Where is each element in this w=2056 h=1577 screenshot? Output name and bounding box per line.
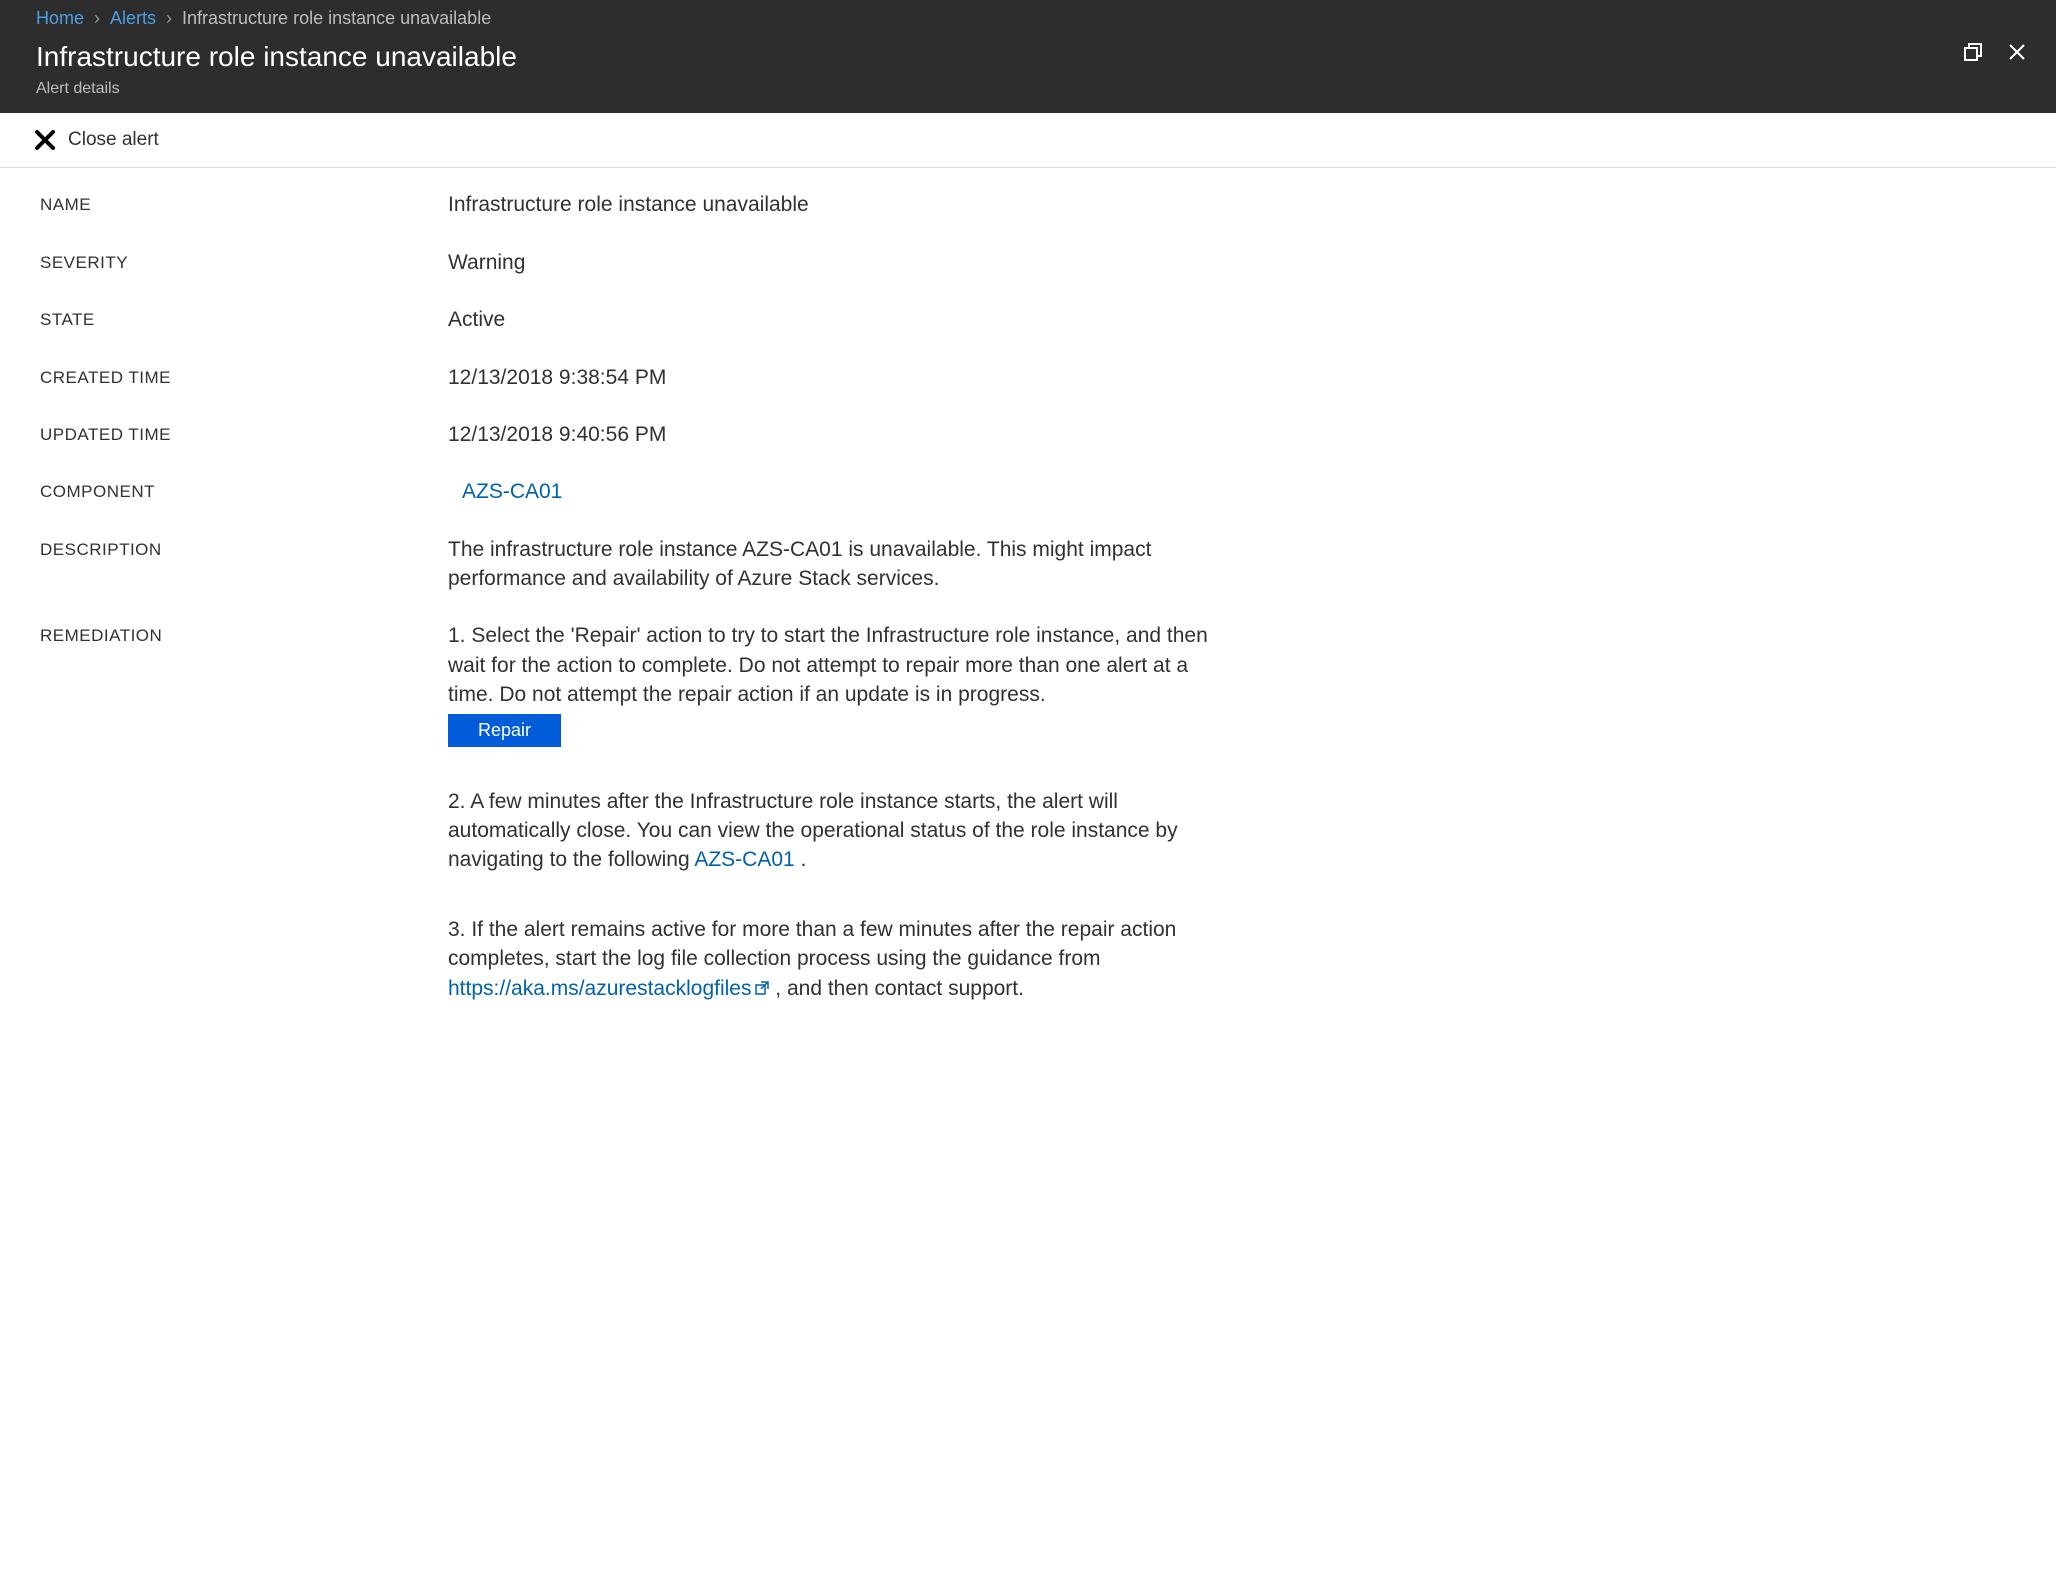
remediation-step-3-text-a: 3. If the alert remains active for more …: [448, 918, 1176, 970]
close-icon: [34, 129, 56, 151]
label-name: NAME: [40, 190, 448, 217]
header-region: Home › Alerts › Infrastructure role inst…: [0, 0, 2056, 113]
value-remediation: 1. Select the 'Repair' action to try to …: [448, 621, 1208, 1003]
label-updated-time: UPDATED TIME: [40, 420, 448, 447]
label-component: COMPONENT: [40, 477, 448, 504]
toolbar: Close alert: [0, 113, 2056, 169]
breadcrumb: Home › Alerts › Infrastructure role inst…: [0, 0, 2056, 33]
value-created-time: 12/13/2018 9:38:54 PM: [448, 363, 1208, 392]
label-created-time: CREATED TIME: [40, 363, 448, 390]
title-bar: Infrastructure role instance unavailable…: [0, 33, 2056, 113]
breadcrumb-current: Infrastructure role instance unavailable: [182, 6, 491, 31]
value-description: The infrastructure role instance AZS-CA0…: [448, 535, 1208, 594]
page-subtitle: Alert details: [36, 78, 517, 100]
repair-button[interactable]: Repair: [448, 714, 561, 747]
remediation-step-2-link[interactable]: AZS-CA01: [694, 848, 794, 871]
remediation-step-3-text-b: , and then contact support.: [769, 977, 1024, 1000]
value-state: Active: [448, 305, 1208, 334]
value-name: Infrastructure role instance unavailable: [448, 190, 1208, 219]
remediation-step-3-link[interactable]: https://aka.ms/azurestacklogfiles: [448, 977, 769, 1000]
chevron-right-icon: ›: [166, 6, 172, 31]
page-title: Infrastructure role instance unavailable: [36, 37, 517, 76]
remediation-step-2-text-a: 2. A few minutes after the Infrastructur…: [448, 790, 1178, 872]
restore-icon[interactable]: [1964, 43, 1982, 61]
content-region: NAME Infrastructure role instance unavai…: [0, 168, 2056, 1061]
external-link-icon: [755, 974, 769, 1003]
close-alert-label: Close alert: [68, 127, 159, 154]
window-controls: [1964, 37, 2026, 61]
remediation-step-2-text-b: .: [795, 848, 807, 871]
label-remediation: REMEDIATION: [40, 621, 448, 648]
close-alert-button[interactable]: Close alert: [34, 127, 159, 154]
remediation-step-2: 2. A few minutes after the Infrastructur…: [448, 787, 1208, 875]
label-description: DESCRIPTION: [40, 535, 448, 562]
value-updated-time: 12/13/2018 9:40:56 PM: [448, 420, 1208, 449]
value-severity: Warning: [448, 248, 1208, 277]
remediation-step-1: 1. Select the 'Repair' action to try to …: [448, 621, 1208, 709]
breadcrumb-home[interactable]: Home: [36, 6, 84, 31]
chevron-right-icon: ›: [94, 6, 100, 31]
label-state: STATE: [40, 305, 448, 332]
remediation-step-3: 3. If the alert remains active for more …: [448, 915, 1208, 1004]
value-component-link[interactable]: AZS-CA01: [448, 477, 1208, 506]
breadcrumb-alerts[interactable]: Alerts: [110, 6, 156, 31]
label-severity: SEVERITY: [40, 248, 448, 275]
close-icon[interactable]: [2008, 43, 2026, 61]
